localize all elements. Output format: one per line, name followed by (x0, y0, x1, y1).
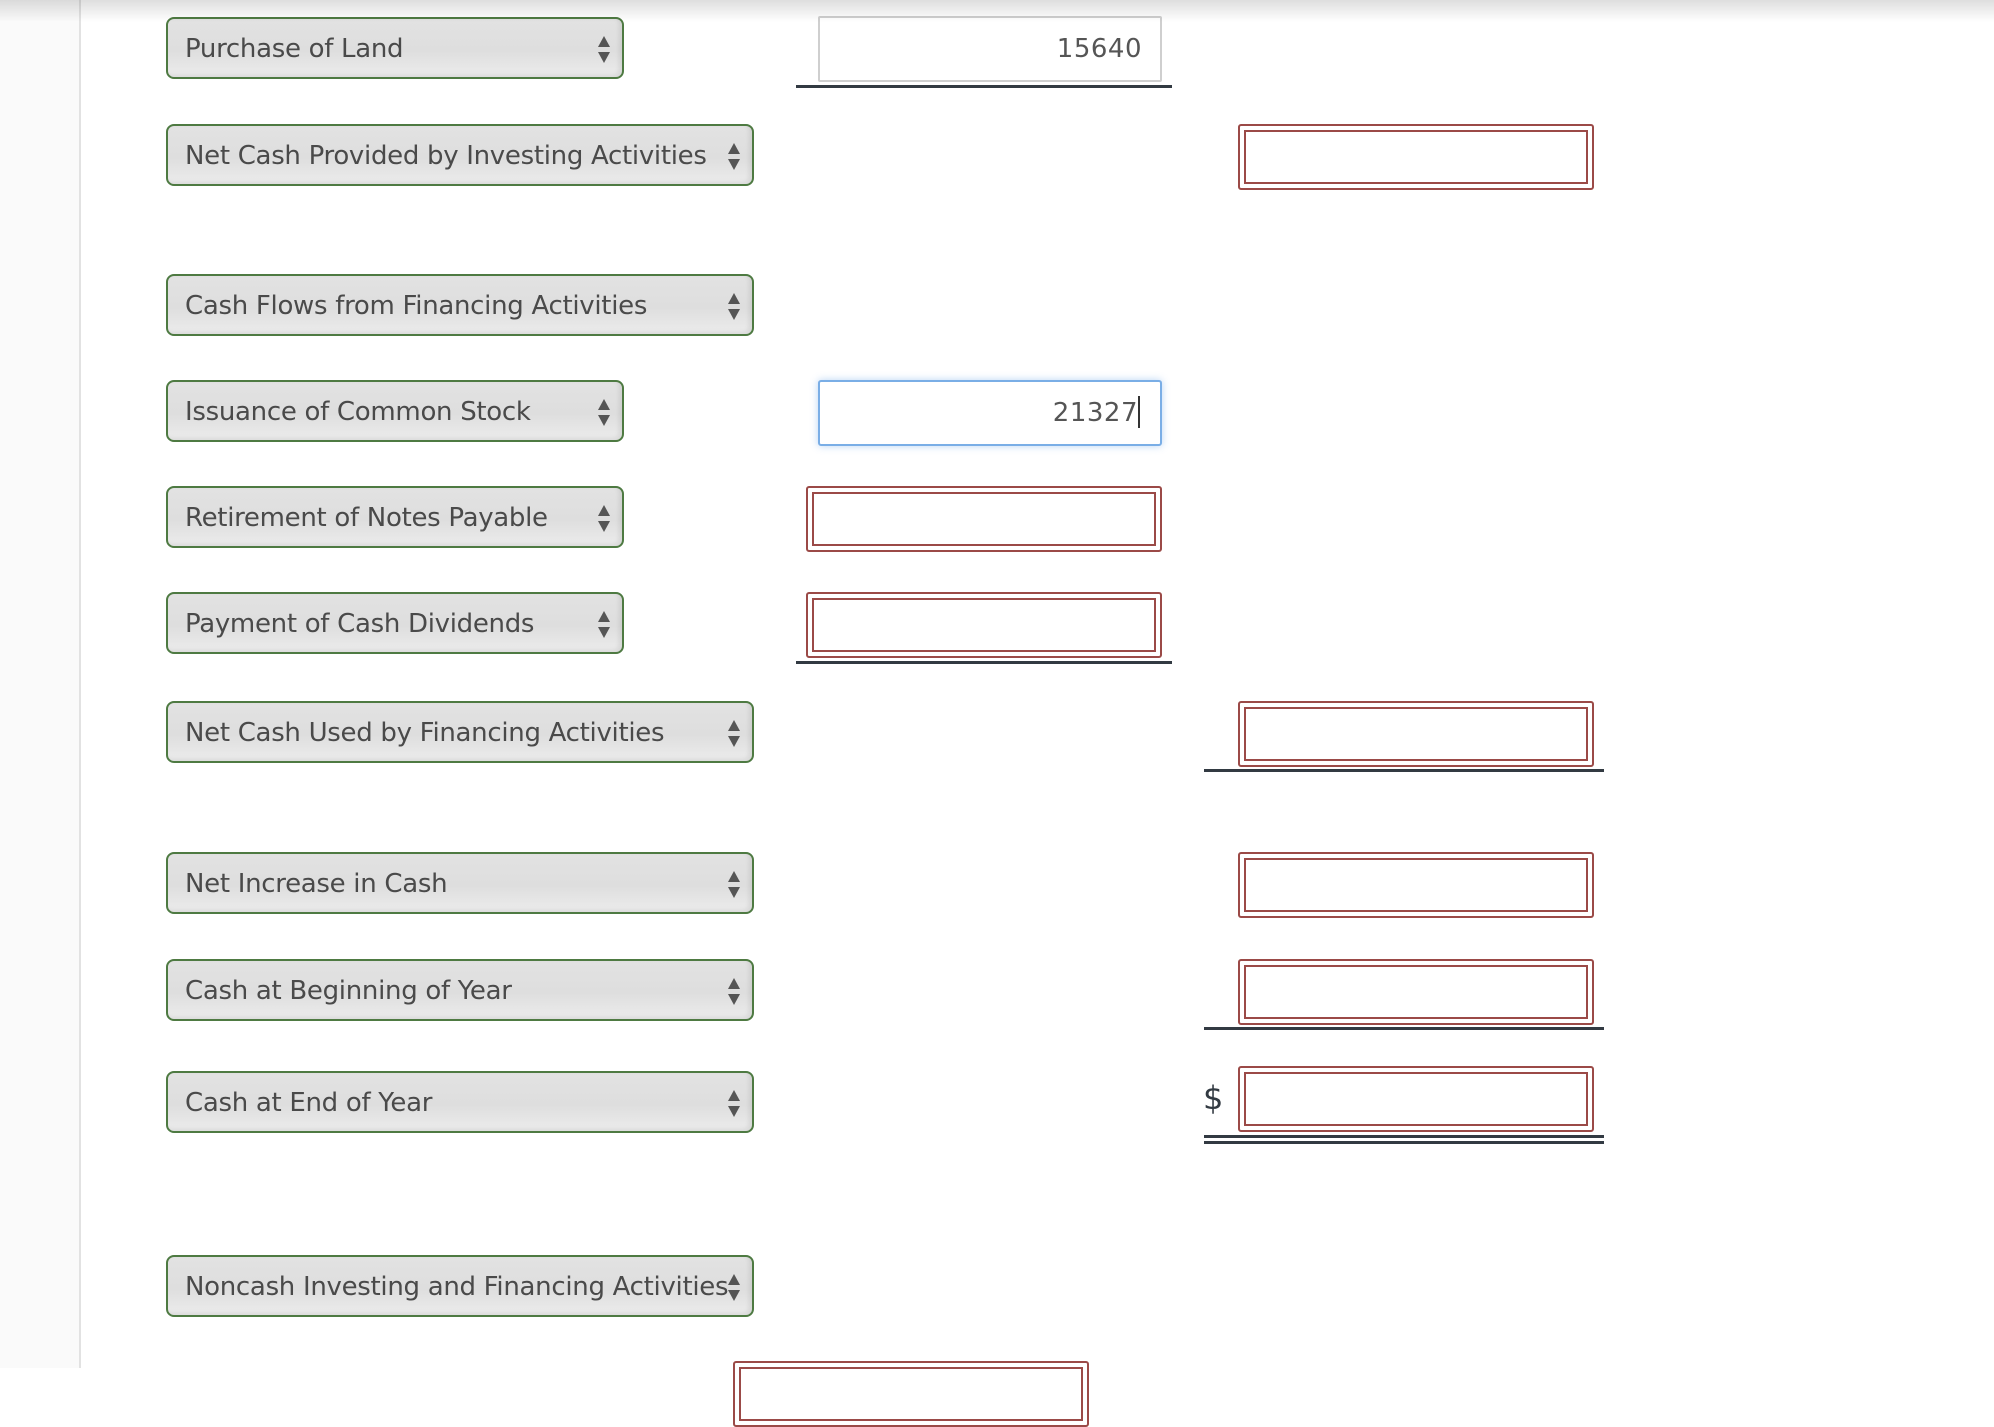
updown-arrows-icon (728, 143, 740, 171)
currency-symbol: $ (1203, 1079, 1224, 1117)
select-label: Net Increase in Cash (185, 869, 448, 899)
total-input-net-cash-investing[interactable] (1238, 124, 1594, 190)
select-label: Cash Flows from Financing Activities (185, 291, 648, 321)
line-item-select-cash-beginning[interactable]: Cash at Beginning of Year (166, 959, 754, 1021)
amount-value: 15640 (1056, 34, 1142, 64)
subtotal-rule (796, 661, 1172, 664)
updown-arrows-icon (598, 505, 610, 533)
line-item-select-noncash-activities[interactable]: Noncash Investing and Financing Activiti… (166, 1255, 754, 1317)
updown-arrows-icon (728, 871, 740, 899)
amount-input-noncash-partial[interactable] (733, 1361, 1089, 1427)
total-input-cash-end[interactable] (1238, 1066, 1594, 1132)
amount-input-issuance-common-stock[interactable]: 21327 (818, 380, 1162, 446)
total-input-net-cash-financing[interactable] (1238, 701, 1594, 767)
select-label: Payment of Cash Dividends (185, 609, 535, 639)
updown-arrows-icon (598, 611, 610, 639)
updown-arrows-icon (728, 1274, 740, 1302)
subtotal-rule (1204, 1027, 1604, 1030)
updown-arrows-icon (728, 293, 740, 321)
select-label: Noncash Investing and Financing Activiti… (185, 1272, 729, 1302)
select-label: Purchase of Land (185, 34, 404, 64)
updown-arrows-icon (728, 978, 740, 1006)
amount-value: 21327 (1052, 398, 1138, 428)
subtotal-rule (1204, 769, 1604, 772)
amount-input-purchase-of-land[interactable]: 15640 (818, 16, 1162, 82)
line-item-select-net-increase-cash[interactable]: Net Increase in Cash (166, 852, 754, 914)
select-label: Cash at End of Year (185, 1088, 433, 1118)
total-input-cash-beginning[interactable] (1238, 959, 1594, 1025)
updown-arrows-icon (598, 36, 610, 64)
line-item-select-net-cash-investing[interactable]: Net Cash Provided by Investing Activitie… (166, 124, 754, 186)
line-item-select-cash-end[interactable]: Cash at End of Year (166, 1071, 754, 1133)
select-label: Net Cash Provided by Investing Activitie… (185, 141, 707, 171)
line-item-select-issuance-common-stock[interactable]: Issuance of Common Stock (166, 380, 624, 442)
select-label: Issuance of Common Stock (185, 397, 531, 427)
updown-arrows-icon (728, 720, 740, 748)
double-total-rule (1204, 1135, 1604, 1144)
amount-input-retirement-notes-payable[interactable] (806, 486, 1162, 552)
subtotal-rule (796, 85, 1172, 88)
line-item-select-retirement-notes-payable[interactable]: Retirement of Notes Payable (166, 486, 624, 548)
select-label: Net Cash Used by Financing Activities (185, 718, 665, 748)
updown-arrows-icon (598, 399, 610, 427)
line-item-select-net-cash-financing[interactable]: Net Cash Used by Financing Activities (166, 701, 754, 763)
line-item-select-financing-header[interactable]: Cash Flows from Financing Activities (166, 274, 754, 336)
text-caret (1138, 395, 1140, 428)
left-gutter (0, 0, 81, 1368)
select-label: Retirement of Notes Payable (185, 503, 548, 533)
select-label: Cash at Beginning of Year (185, 976, 512, 1006)
total-input-net-increase-cash[interactable] (1238, 852, 1594, 918)
updown-arrows-icon (728, 1090, 740, 1118)
top-shadow (0, 0, 1994, 22)
amount-input-payment-cash-dividends[interactable] (806, 592, 1162, 658)
line-item-select-purchase-of-land[interactable]: Purchase of Land (166, 17, 624, 79)
line-item-select-payment-cash-dividends[interactable]: Payment of Cash Dividends (166, 592, 624, 654)
